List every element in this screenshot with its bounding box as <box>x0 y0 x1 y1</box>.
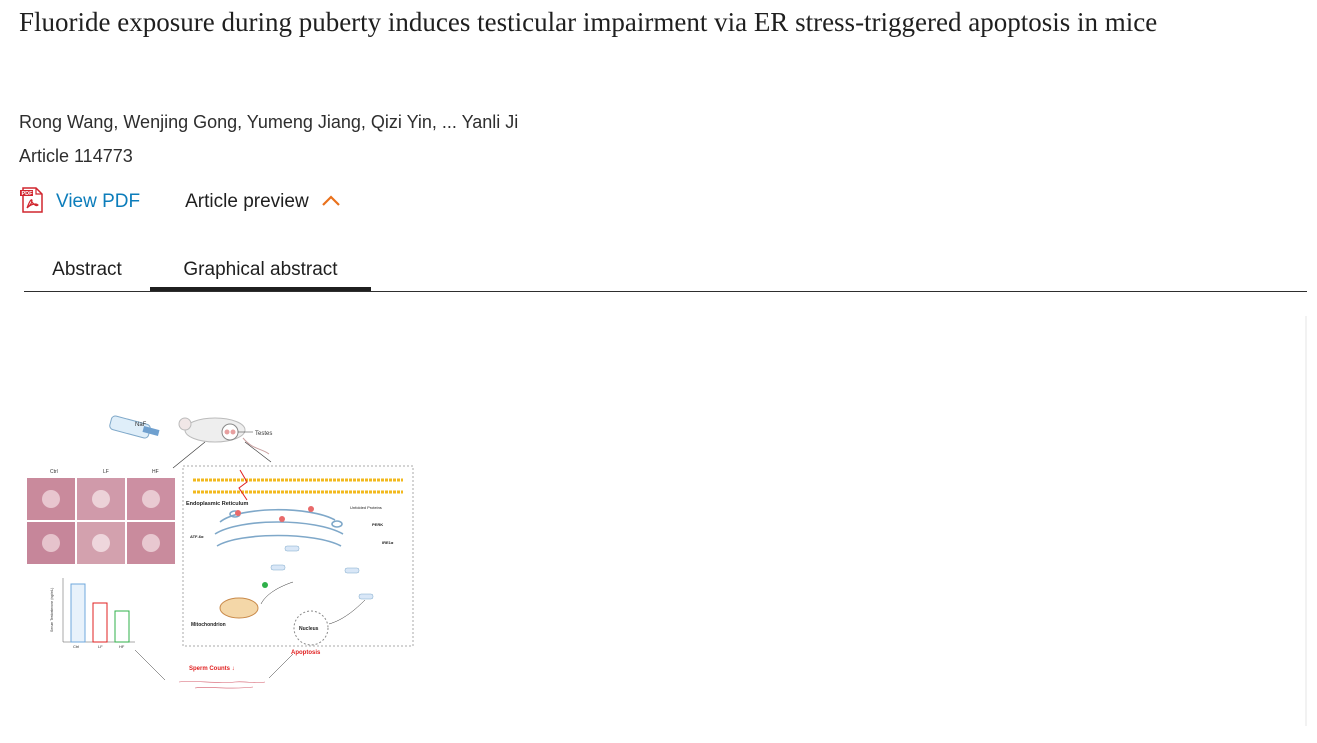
naf-label: NaF <box>135 422 147 428</box>
apoptosis-label: Apoptosis <box>291 650 321 656</box>
ire1a-label: IRE1α <box>382 540 394 545</box>
mitochondrion-label: Mitochondrion <box>191 622 226 628</box>
testosterone-bar-chart: Serum Testosterone (ng/mL) Ctrl LF HF <box>50 578 135 649</box>
bar-hf <box>114 610 130 643</box>
testes-label: Testes <box>255 431 272 437</box>
chart-tick-ctrl: Ctrl <box>73 644 79 649</box>
graphical-abstract-image[interactable]: NaF Testes Ctrl LF HF Serum Testosterone… <box>25 410 417 700</box>
group-label-hf: HF <box>152 469 159 475</box>
sperm-counts-label: Sperm Counts ↓ <box>189 666 235 672</box>
chart-tick-hf: HF <box>119 644 125 649</box>
perk-label: PERK <box>372 522 383 527</box>
mitochondrion-icon <box>219 597 259 619</box>
group-label-lf: LF <box>103 469 109 475</box>
bar-ctrl <box>70 583 86 643</box>
nucleus-label: Nucleus <box>299 626 319 632</box>
author-list: Rong Wang, Wenjing Gong, Yumeng Jiang, Q… <box>19 112 519 132</box>
tab-abstract[interactable]: Abstract <box>24 254 150 291</box>
bar-lf <box>92 602 108 643</box>
histology-panel <box>27 478 175 564</box>
unfolded-proteins-label: Unfolded Proteins <box>350 505 382 510</box>
atf6a-label: ATF-6α <box>190 534 204 539</box>
article-preview-toggle[interactable]: Article preview <box>185 191 341 213</box>
view-pdf-label: View PDF <box>56 191 141 212</box>
article-actions: PDF View PDF Article preview <box>19 186 341 218</box>
tab-graphical-abstract[interactable]: Graphical abstract <box>150 254 371 291</box>
article-preview-label: Article preview <box>185 191 309 212</box>
sperm-icon <box>178 681 266 689</box>
svg-text:PDF: PDF <box>22 191 34 197</box>
group-label-ctrl: Ctrl <box>50 469 58 475</box>
chart-tick-lf: LF <box>98 644 103 649</box>
chevron-up-icon <box>309 193 341 212</box>
chart-ylabel: Serum Testosterone (ng/mL) <box>50 588 54 632</box>
abstract-tabs: Abstract Graphical abstract <box>24 254 1307 292</box>
article-title[interactable]: Fluoride exposure during puberty induces… <box>19 2 1279 43</box>
scrollbar-track[interactable] <box>1305 316 1307 726</box>
pdf-file-icon: PDF <box>19 186 56 218</box>
article-number: Article 114773 <box>19 146 133 166</box>
er-label: Endoplasmic Reticulum <box>186 501 248 507</box>
view-pdf-link[interactable]: PDF View PDF <box>19 186 141 218</box>
er-membrane <box>214 508 344 547</box>
